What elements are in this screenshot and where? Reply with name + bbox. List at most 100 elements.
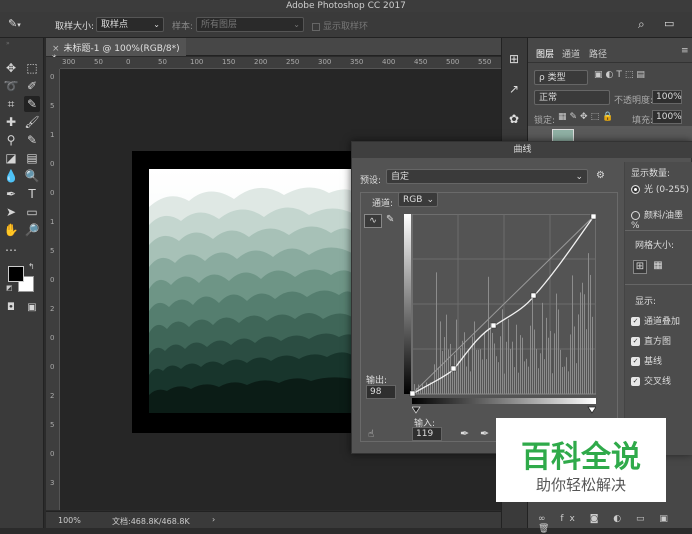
search-icon[interactable]: ⌕ [638,17,645,32]
histogram-bar [488,276,489,394]
foreground-color-overlay [8,266,24,282]
divider [625,230,692,231]
histogram-bar [564,366,565,394]
screen-mode-icon[interactable]: ▣ [24,300,40,316]
intersection-line-checkbox[interactable]: ✓ 交叉线 [631,374,671,387]
panel-menu-icon[interactable]: ≡ [681,46,689,56]
preset-options-gear-icon[interactable]: ⚙ [596,170,605,181]
lasso-tool-icon[interactable]: ➰ [3,78,19,94]
pen-tool-icon[interactable]: ✒ [3,186,19,202]
checkbox-label: 通道叠加 [644,317,681,327]
light-radio[interactable]: 光 (0-255) [631,182,689,195]
histogram-bar [516,324,517,394]
input-input[interactable]: 119 [412,427,442,441]
ruler-tick-label: 350 [350,58,364,66]
layers-bottom-toolbar[interactable]: ∞ fx ◙ ◐ ▭ ▣ 🗑 [528,510,692,534]
channel-value: RGB [403,195,423,205]
layer-filter-select[interactable]: ρ 类型 [534,70,588,85]
layer-filter-icons[interactable]: ▣◐T⬚▤ [594,70,690,84]
histogram-checkbox[interactable]: ✓ 直方图 [631,334,671,347]
channel-overlay-checkbox[interactable]: ✓ 通道叠加 [631,314,680,327]
curve-graph[interactable] [404,214,596,406]
draw-pencil-icon[interactable]: ✎ [386,214,400,228]
lock-icons[interactable]: ▦✎✥⬚🔒 [558,112,616,122]
workspace-icon[interactable]: ▭ [664,17,674,30]
opacity-input[interactable]: 100% [652,90,682,104]
check-icon: ✓ [631,377,640,386]
simple-grid-icon[interactable]: ⊞ [633,260,647,274]
eyedropper-preset-button[interactable]: ✎▾ [8,17,34,33]
black-point-slider[interactable] [412,406,421,414]
dodge-tool-icon[interactable]: 🔍 [24,168,40,184]
detailed-grid-icon[interactable]: ▦ [651,260,665,274]
sample-select[interactable]: 所有图层 ⌄ [196,17,304,32]
histogram-bar [544,359,545,394]
eyedropper-tool-icon[interactable]: ✎ [24,96,40,112]
eraser-tool-icon[interactable]: ◪ [3,150,19,166]
chevron-right-icon[interactable]: › [212,515,215,524]
black-eyedropper-icon[interactable]: ✒ [460,427,469,440]
more-tools-icon[interactable]: ⋯ [3,242,19,258]
tab-layers[interactable]: 图层 [536,47,554,60]
properties-panel-icon[interactable]: ⊞ [509,52,519,66]
histogram-bar [480,349,481,394]
hand-tool-icon[interactable]: ✋ [3,222,19,238]
default-colors-icon[interactable]: ◩ [6,284,13,292]
histogram-bar [536,348,537,394]
preset-select[interactable]: 自定 ⌄ [386,169,588,184]
tab-channels[interactable]: 通道 [562,47,580,60]
shape-tool-icon[interactable]: ▭ [24,204,40,220]
stamp-tool-icon[interactable]: ⚲ [3,132,19,148]
libraries-panel-icon[interactable]: ✿ [509,112,519,126]
channel-label: 通道: [372,199,394,209]
channel-select[interactable]: RGB ⌄ [398,192,438,207]
fill-value: 100% [656,112,682,122]
show-ring-checkbox[interactable]: 显示取样环 [312,19,368,32]
ruler-tick-label: 0 [50,334,55,342]
zoom-level[interactable]: 100% [58,516,81,525]
brush-tool-icon[interactable]: 🖌 [24,114,40,130]
blend-mode-select[interactable]: 正常 [534,90,610,105]
quick-mask-icon[interactable]: ◘ [3,300,19,316]
pigment-radio[interactable]: 颜料/油墨 % [631,208,692,231]
histogram-bar [592,316,593,394]
white-point-slider[interactable] [587,406,596,414]
path-select-tool-icon[interactable]: ➤ [3,204,19,220]
gradient-tool-icon[interactable]: ▤ [24,150,40,166]
type-tool-icon[interactable]: T [24,186,40,202]
histogram-bar [542,302,543,394]
move-tool-icon[interactable]: ✥ [3,60,19,76]
ruler-tick-label: 0 [50,160,55,168]
marquee-tool-icon[interactable]: ⬚ [24,60,40,76]
grid-size-label: 网格大小: [635,241,675,251]
healing-brush-tool-icon[interactable]: ✚ [3,114,19,130]
crop-tool-icon[interactable]: ⌗ [3,96,19,112]
sample-value: 所有图层 [201,20,238,30]
histogram-bar [492,332,493,394]
adjustments-panel-icon[interactable]: ↗ [509,82,519,96]
histogram-bar [548,337,549,394]
blur-tool-icon[interactable]: 💧 [3,168,19,184]
ruler-tick-label: 1 [50,218,55,226]
zoom-tool-icon[interactable]: 🔎 [24,222,40,238]
fill-input[interactable]: 100% [652,110,682,124]
edit-points-curve-icon[interactable]: ∿ [364,214,382,228]
baseline-checkbox[interactable]: ✓ 基线 [631,354,662,367]
close-icon[interactable]: × [52,44,60,54]
curves-options-column: 显示数量: 光 (0-255) 颜料/油墨 % 网格大小: ⊞ ▦ 显示: ✓ 通… [624,162,692,455]
sample-size-select[interactable]: 取样点 ⌄ [96,17,164,32]
horizontal-ruler: 300 50 0 50 100 150 200 250 300 350 400 450 500 550 [60,57,501,69]
output-input[interactable]: 98 [366,385,396,399]
tab-paths[interactable]: 路径 [589,47,607,60]
histogram-bar [434,364,435,394]
history-brush-tool-icon[interactable]: ✎ [24,132,40,148]
gray-eyedropper-icon[interactable]: ✒ [480,427,489,440]
ruler-tick-label: 150 [222,58,236,66]
target-adjust-hand-icon[interactable]: ☝ [368,429,374,440]
quick-select-tool-icon[interactable]: ✐ [24,78,40,94]
document-tab[interactable]: ×未标题-1 @ 100%(RGB/8*) * [46,38,186,64]
input-gradient-bar[interactable] [412,398,596,414]
swap-colors-icon[interactable]: ↰ [28,262,35,271]
sample-label: 样本: [172,22,194,32]
ruler-tick-label: 0 [50,276,55,284]
